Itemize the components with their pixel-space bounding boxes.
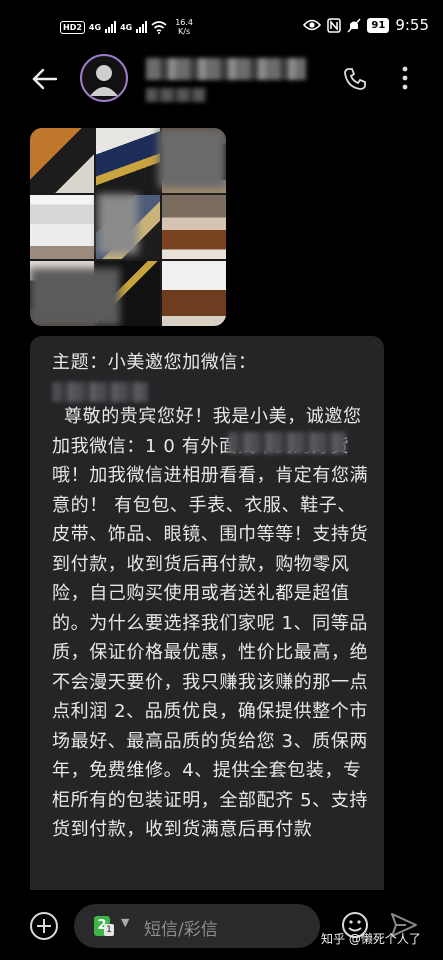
add-attachment-button[interactable] xyxy=(30,912,58,940)
clock: 9:55 xyxy=(395,16,429,34)
collage-tile xyxy=(30,194,94,260)
redacted-phone-number xyxy=(228,432,346,454)
redacted-wechat-id xyxy=(52,382,148,402)
net-speed: 16.4 K/s xyxy=(175,18,194,36)
person-icon xyxy=(90,65,118,96)
message-input[interactable]: 2 1 ▼ 短信/彩信 xyxy=(74,904,320,948)
collage-tile xyxy=(162,261,226,326)
network-label-2: 4G xyxy=(120,22,133,32)
composer-bar: 2 1 ▼ 短信/彩信 知乎 @懒死个人了 xyxy=(0,890,443,960)
phone-icon[interactable] xyxy=(342,66,368,92)
sim-slot-badge: 1 xyxy=(104,924,114,936)
chevron-down-icon[interactable]: ▼ xyxy=(121,916,129,929)
hd-badge: HD2 xyxy=(60,20,85,34)
message-body: 尊敬的贵宾您好！我是小美，诚邀您加我微信：1 0 有外面找不到的好货哦！加我微信… xyxy=(52,406,369,840)
collage-tile xyxy=(162,194,226,260)
add-icon xyxy=(37,919,51,933)
input-placeholder: 短信/彩信 xyxy=(144,920,218,940)
collage-tile xyxy=(30,128,94,193)
signal-icon xyxy=(105,21,117,33)
contact-subtitle-redacted xyxy=(146,88,206,102)
message-subject: 主题：小美邀您加微信： xyxy=(52,352,257,373)
signal-icon-2 xyxy=(136,21,148,33)
network-label-1: 4G xyxy=(88,22,102,32)
redaction-blur xyxy=(158,128,226,188)
avatar[interactable] xyxy=(80,54,128,102)
status-left: HD2 4G 4G 16.4 K/s xyxy=(60,18,193,36)
image-message[interactable] xyxy=(30,128,226,326)
eye-icon xyxy=(303,19,322,31)
watermark: 知乎 @懒死个人了 xyxy=(321,932,421,946)
more-vert-icon[interactable] xyxy=(398,64,412,92)
back-arrow-icon[interactable] xyxy=(30,64,60,94)
text-message[interactable]: 主题：小美邀您加微信： 尊敬的贵宾您好！我是小美，诚邀您加我微信：1 0 有外面… xyxy=(30,336,384,936)
nfc-icon xyxy=(327,17,342,33)
redaction-blur xyxy=(30,268,120,326)
redaction-blur xyxy=(98,194,138,254)
contact-name-redacted xyxy=(146,58,306,80)
mute-icon xyxy=(347,17,361,33)
wifi-icon xyxy=(151,20,167,34)
battery-indicator: 91 xyxy=(367,17,390,33)
status-bar: HD2 4G 4G 16.4 K/s 91 9:55 xyxy=(0,0,443,56)
collage-tile xyxy=(96,128,160,193)
status-right: 91 9:55 xyxy=(303,16,429,34)
